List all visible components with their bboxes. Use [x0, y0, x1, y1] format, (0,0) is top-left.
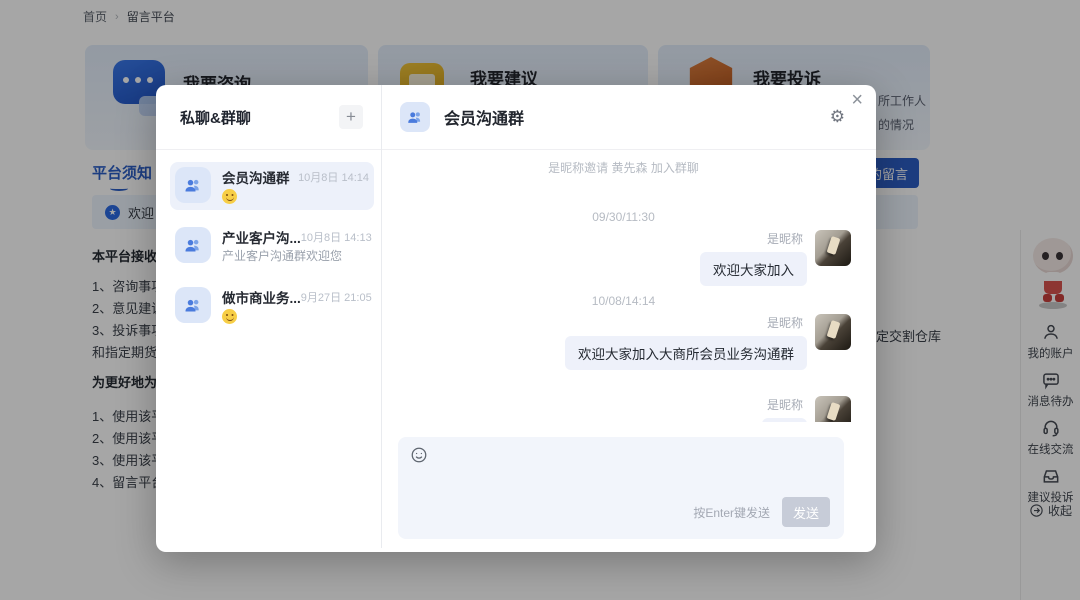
user-avatar[interactable] — [815, 314, 851, 350]
chat-item-date: 10月8日 14:13 — [301, 229, 372, 245]
timestamp: 10/08/14:14 — [396, 294, 851, 308]
user-avatar[interactable] — [815, 396, 851, 422]
emoji-picker-icon[interactable] — [410, 446, 428, 464]
system-message: 是昵称邀请 黄先森 加入群聊 — [396, 159, 851, 176]
grin-emoji — [222, 309, 237, 323]
chat-item-preview — [222, 309, 237, 323]
message-bubble: 欢迎大家加入大商所会员业务沟通群 — [565, 336, 807, 370]
message-input[interactable]: 按Enter键发送 发送 — [398, 437, 844, 539]
outgoing-message: 是昵称 欢迎大家加入 — [396, 230, 851, 286]
chat-item-date: 9月27日 21:05 — [301, 289, 372, 305]
send-button[interactable]: 发送 — [782, 497, 830, 527]
chat-item-preview — [222, 189, 237, 203]
chat-list-item-member-group[interactable]: 会员沟通群 10月8日 14:14 — [170, 162, 374, 210]
chat-item-title: 产业客户沟... — [222, 227, 301, 247]
group-avatar-icon — [400, 102, 430, 132]
group-avatar-icon — [175, 287, 211, 323]
group-avatar-icon — [175, 227, 211, 263]
gear-icon[interactable]: ⚙ — [830, 107, 845, 127]
chat-item-title: 会员沟通群 — [222, 167, 290, 187]
chat-list-panel: 私聊&群聊 + 会员沟通群 10月8日 14:14 产业客户沟... — [156, 85, 381, 552]
chat-item-date: 10月8日 14:14 — [298, 169, 369, 185]
chat-list-item-market-maker-group[interactable]: 做市商业务... 9月27日 21:05 — [170, 282, 374, 330]
chat-list-item-industry-group[interactable]: 产业客户沟... 10月8日 14:13 产业客户沟通群欢迎您 — [170, 222, 374, 270]
sender-name: 是昵称 — [767, 396, 803, 413]
enter-to-send-hint: 按Enter键发送 — [693, 504, 770, 521]
group-avatar-icon — [175, 167, 211, 203]
chat-item-title: 做市商业务... — [222, 287, 301, 307]
chat-list-title: 私聊&群聊 — [180, 107, 251, 128]
timestamp: 09/30/11:30 — [396, 210, 851, 224]
chat-item-preview: 产业客户沟通群欢迎您 — [222, 249, 342, 263]
outgoing-message: 是昵称 欢迎大家加入大商所会员业务沟通群 — [396, 314, 851, 370]
message-history: 是昵称邀请 黄先森 加入群聊 09/30/11:30 是昵称 欢迎大家加入 10… — [382, 150, 876, 422]
message-bubble-emoji — [762, 418, 807, 422]
add-chat-button[interactable]: + — [339, 105, 363, 129]
chat-modal: × 私聊&群聊 + 会员沟通群 10月8日 14:14 — [156, 85, 876, 552]
sender-name: 是昵称 — [767, 314, 803, 331]
outgoing-message: 是昵称 — [396, 396, 851, 422]
conversation-title: 会员沟通群 — [444, 105, 524, 129]
message-bubble: 欢迎大家加入 — [700, 252, 807, 286]
smile-emoji — [222, 189, 237, 203]
conversation-panel: 会员沟通群 ⚙ 是昵称邀请 黄先森 加入群聊 09/30/11:30 是昵称 欢… — [382, 85, 876, 552]
user-avatar[interactable] — [815, 230, 851, 266]
sender-name: 是昵称 — [767, 230, 803, 247]
